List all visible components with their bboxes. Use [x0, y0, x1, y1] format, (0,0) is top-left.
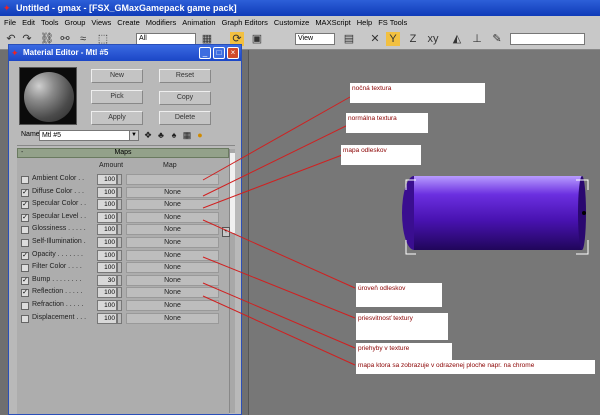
gmax-screen: Untitled - gmax - [FSX_GMaxGamepack game… — [0, 0, 600, 415]
annotation-specular-map: mapa odleskov — [341, 145, 421, 165]
annotation-normal-texture: normálna textura — [346, 113, 428, 133]
annotation-bump: priehyby v texture — [356, 343, 452, 360]
annotation-reflection: mapa ktora sa zobrazuje v odrazenej ploc… — [356, 360, 595, 374]
annotation-night-texture: nočná textura — [350, 83, 485, 103]
annotation-lines — [202, 96, 356, 366]
annotation-specular-level: úroveň odleskov — [356, 283, 442, 307]
annotation-opacity: priesvitnosť textury — [356, 313, 448, 340]
